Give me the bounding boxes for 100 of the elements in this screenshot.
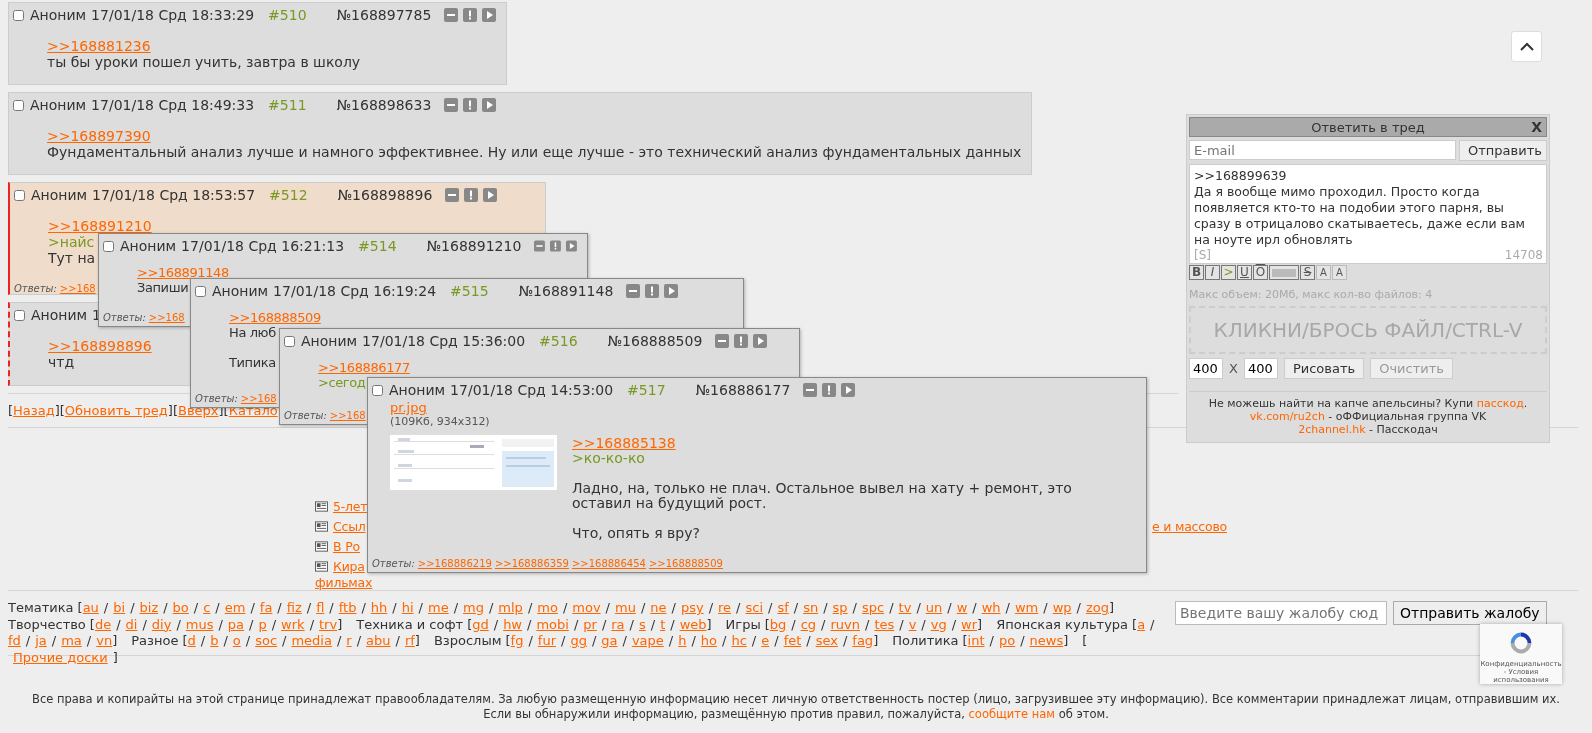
board-link[interactable]: ja: [35, 633, 47, 650]
board-link[interactable]: po: [998, 633, 1016, 650]
board-link[interactable]: fet: [783, 633, 802, 650]
board-link[interactable]: fg: [510, 633, 524, 650]
board-link[interactable]: gg: [570, 633, 587, 650]
post-index[interactable]: #510: [268, 7, 307, 23]
hide-icon[interactable]: [715, 334, 730, 348]
board-link[interactable]: abu: [366, 633, 391, 650]
board-link[interactable]: fag: [852, 633, 874, 650]
headline-link[interactable]: 5-лет: [333, 498, 368, 514]
send-complaint-button[interactable]: Отправить жалобу: [1393, 601, 1547, 625]
board-link[interactable]: mus: [185, 616, 214, 633]
reply-link[interactable]: >>168886177: [318, 360, 410, 375]
reply-link[interactable]: >>168881236: [47, 38, 151, 54]
board-link[interactable]: ruvn: [830, 616, 860, 633]
board-link[interactable]: mu: [615, 600, 636, 617]
bold-format-button[interactable]: B: [1189, 265, 1204, 280]
headline-link[interactable]: В Ро: [333, 538, 360, 554]
board-link[interactable]: de: [94, 616, 112, 633]
board-link[interactable]: p: [258, 616, 267, 633]
hide-icon[interactable]: [445, 188, 460, 202]
board-link[interactable]: vn: [96, 633, 113, 650]
post-number[interactable]: №168897785: [336, 7, 432, 23]
board-link[interactable]: h: [678, 633, 687, 650]
board-link[interactable]: sci: [745, 600, 764, 617]
board-link[interactable]: int: [967, 633, 985, 650]
play-icon[interactable]: [482, 8, 497, 22]
board-link[interactable]: hi: [401, 600, 414, 617]
board-link[interactable]: re: [718, 600, 732, 617]
board-link[interactable]: fur: [537, 633, 556, 650]
reply-link[interactable]: >>168891148: [137, 265, 229, 280]
post-index[interactable]: #511: [268, 97, 307, 113]
post-checkbox[interactable]: [13, 99, 24, 111]
board-link[interactable]: mo: [537, 600, 558, 617]
strike-format-button[interactable]: S: [1300, 265, 1315, 280]
board-link[interactable]: hc: [731, 633, 747, 650]
board-link[interactable]: ftb: [338, 600, 357, 617]
board-link[interactable]: sex: [815, 633, 838, 650]
reply-link[interactable]: >>168: [329, 409, 366, 422]
headline-link[interactable]: фильмах: [315, 575, 373, 590]
board-link[interactable]: zog: [1085, 600, 1109, 617]
board-link[interactable]: mlp: [498, 600, 523, 617]
post-number[interactable]: №168898633: [336, 97, 432, 113]
board-link[interactable]: hh: [370, 600, 388, 617]
board-link[interactable]: em: [224, 600, 246, 617]
board-link[interactable]: cg: [800, 616, 817, 633]
site-link[interactable]: vk.com/ru2ch: [1249, 410, 1325, 423]
report-icon[interactable]: [645, 284, 660, 298]
file-link[interactable]: pr.jpg: [390, 400, 427, 415]
board-link[interactable]: ho: [700, 633, 718, 650]
board-link[interactable]: fa: [259, 600, 273, 617]
hide-icon[interactable]: [444, 98, 459, 112]
spoiler-format-button[interactable]: [1269, 265, 1299, 280]
post-checkbox[interactable]: [14, 189, 25, 201]
nav-link[interactable]: Обновить тред: [64, 403, 168, 418]
board-link[interactable]: wrk: [281, 616, 305, 633]
scroll-up-button[interactable]: [1511, 31, 1542, 62]
board-link[interactable]: pa: [227, 616, 245, 633]
board-link[interactable]: me: [427, 600, 449, 617]
board-link[interactable]: b: [210, 633, 219, 650]
post-number[interactable]: №168886177: [695, 382, 791, 398]
report-icon[interactable]: [464, 188, 479, 202]
report-icon[interactable]: [463, 98, 478, 112]
complaint-field[interactable]: Введите вашу жалобу сюд: [1175, 601, 1387, 625]
headline-link[interactable]: Ссыл: [333, 518, 366, 534]
hide-icon[interactable]: [803, 383, 818, 397]
board-link[interactable]: tes: [874, 616, 895, 633]
play-icon[interactable]: [841, 383, 856, 397]
reply-link[interactable]: >>168898896: [48, 338, 152, 354]
nav-link[interactable]: Вверх: [178, 403, 219, 418]
board-link[interactable]: di: [125, 616, 138, 633]
reply-link[interactable]: >>168888509: [648, 557, 723, 570]
post-checkbox[interactable]: [372, 384, 383, 396]
board-link[interactable]: wh: [981, 600, 1001, 617]
board-link[interactable]: ga: [601, 633, 618, 650]
headline-link[interactable]: е и массово: [1151, 518, 1227, 534]
reply-link[interactable]: >>168886359: [494, 557, 569, 570]
board-link[interactable]: bg: [769, 616, 787, 633]
message-field[interactable]: >>168899639 Да я вообще мимо проходил. Просто когда появляется кто-то на подобии этого парня, вы сразу в отрицалово скатываетесь, даже если вам на ноуте ирл обновлять [S] 14708: [1189, 164, 1547, 264]
board-link[interactable]: mg: [463, 600, 484, 617]
post-checkbox[interactable]: [284, 335, 295, 347]
email-field[interactable]: E-mail: [1189, 140, 1456, 160]
post-number[interactable]: №168888509: [607, 333, 703, 349]
play-icon[interactable]: [753, 334, 768, 348]
board-link[interactable]: trv: [319, 616, 338, 633]
reply-link[interactable]: >>168: [148, 311, 185, 324]
board-link[interactable]: soc: [255, 633, 278, 650]
board-link[interactable]: sf: [777, 600, 789, 617]
board-link[interactable]: media: [291, 633, 332, 650]
underline-format-button[interactable]: U: [1237, 265, 1252, 280]
nav-link[interactable]: Назад: [13, 403, 55, 418]
reply-link[interactable]: >>168891210: [48, 218, 152, 234]
board-link[interactable]: d: [187, 633, 196, 650]
board-link[interactable]: fd: [8, 633, 21, 650]
board-link[interactable]: un: [925, 600, 943, 617]
board-link[interactable]: spc: [862, 600, 885, 617]
board-link[interactable]: rf: [404, 633, 415, 650]
board-link[interactable]: r: [346, 633, 352, 650]
reply-link[interactable]: >>168: [59, 282, 96, 295]
reply-link[interactable]: >>168886454: [571, 557, 646, 570]
